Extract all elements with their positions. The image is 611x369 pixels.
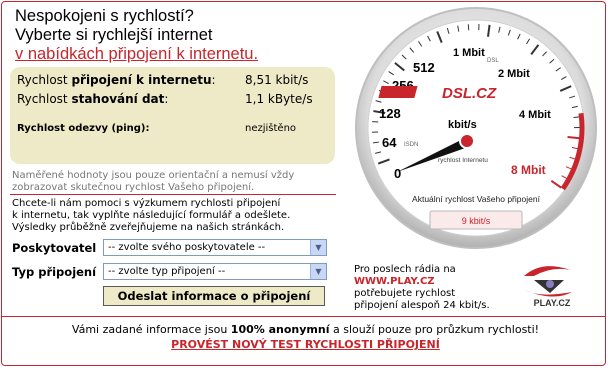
gauge-tick <box>567 136 580 140</box>
submit-button[interactable]: Odeslat informace o připojení <box>103 286 325 306</box>
retest-link[interactable]: PROVÉST NOVÝ TEST RYCHLOSTI PŘIPOJENÍ <box>0 338 611 351</box>
radio-line-1: Pro poslech rádia na <box>354 264 456 275</box>
connection-speed-label: Rychlost připojení k internetu: <box>17 73 216 87</box>
form-intro-line-3: Výsledky průběžně zveřejňujeme na našich… <box>12 222 285 233</box>
anonymity-note: Vámi zadané informace jsou 100% anonymní… <box>71 323 540 336</box>
scale-label-2m: 2 Mbit <box>498 68 530 80</box>
gauge-hub <box>459 133 475 149</box>
form-intro: Chcete-li nám pomoci s výzkumem rychlost… <box>12 198 290 234</box>
dsl-logo-text: DSL.CZ <box>442 85 497 102</box>
scale-label-0: 0 <box>394 166 401 181</box>
form-intro-line-2: k internetu, tak vyplňte následující for… <box>12 210 291 221</box>
speed-gauge: 0 64 ISDN 128 256 512 1 Mbit DSL 2 Mbit … <box>355 7 597 249</box>
chevron-down-icon[interactable]: ▼ <box>310 240 326 255</box>
ping-value: nezjištěno <box>245 123 297 134</box>
connection-type-label: Typ připojení <box>12 265 97 279</box>
connection-speed-value: 8,51 kbit/s <box>245 73 309 87</box>
download-speed-label: Rychlost stahování dat: <box>17 92 169 106</box>
form-intro-line-1: Chcete-li nám pomoci s výzkumem rychlost… <box>12 198 281 209</box>
gauge-tick <box>573 116 580 119</box>
scale-label-8m: 8 Mbit <box>511 163 546 177</box>
logo-swoosh-top <box>524 266 570 276</box>
connection-type-select-value: -- zvolte typ připojení -- <box>108 266 226 277</box>
isdn-label: ISDN <box>404 142 418 148</box>
gauge-readout: 9 kbit/s <box>462 216 491 226</box>
footer-divider <box>1 316 606 317</box>
radio-line-3: potřebujete rychlost <box>354 288 456 299</box>
headline-line-1: Nespokojeni s rychlostí? <box>15 7 194 25</box>
gauge-unit-sub: rychlost Internetu <box>438 157 488 164</box>
disclaimer: Naměřené hodnoty jsou pouze orientační a… <box>12 170 294 194</box>
scale-label-512: 512 <box>413 60 435 75</box>
ping-label: Rychlost odezvy (ping): <box>17 123 150 134</box>
scale-label-4m: 4 Mbit <box>519 109 551 121</box>
scale-label-64: 64 <box>382 135 397 150</box>
gauge-caption: Aktuální rychlost Vašeho připojení <box>412 194 541 204</box>
radio-promo: Pro poslech rádia na WWW.PLAY.CZ potřebu… <box>354 264 490 312</box>
download-speed-value: 1,1 kByte/s <box>245 92 313 106</box>
gauge-unit: kbit/s <box>448 119 477 131</box>
provider-select[interactable]: -- zvolte svého poskytovatele -- ▼ <box>103 239 327 256</box>
disclaimer-line-2: zobrazovat skutečnou rychlost Vašeho při… <box>12 182 255 193</box>
scale-label-128: 128 <box>379 106 401 121</box>
logo-dot <box>546 280 554 288</box>
provider-label: Poskytovatel <box>12 241 97 255</box>
dsl-logo-stripe <box>378 86 418 98</box>
section-divider <box>10 194 336 195</box>
chevron-down-icon[interactable]: ▼ <box>310 264 326 279</box>
provider-select-value: -- zvolte svého poskytovatele -- <box>108 242 266 253</box>
scale-label-1m: 1 Mbit <box>453 47 485 59</box>
speed-results-box: Rychlost připojení k internetu: 8,51 kbi… <box>10 67 335 164</box>
connection-type-select[interactable]: -- zvolte typ připojení -- ▼ <box>103 263 327 280</box>
offers-link[interactable]: v nabídkách připojení k internetu. <box>15 45 258 64</box>
disclaimer-line-1: Naměřené hodnoty jsou pouze orientační a… <box>12 170 295 181</box>
radio-line-4: připojení alespoň 24 kbit/s. <box>354 300 490 311</box>
play-cz-link[interactable]: WWW.PLAY.CZ <box>354 276 490 288</box>
play-cz-logo-text: PLAY.CZ <box>534 298 571 308</box>
play-cz-logo[interactable]: PLAY.CZ <box>520 262 584 308</box>
dsl-label: DSL <box>487 58 499 64</box>
headline-line-2: Vyberte si rychlejší internet <box>15 26 213 44</box>
